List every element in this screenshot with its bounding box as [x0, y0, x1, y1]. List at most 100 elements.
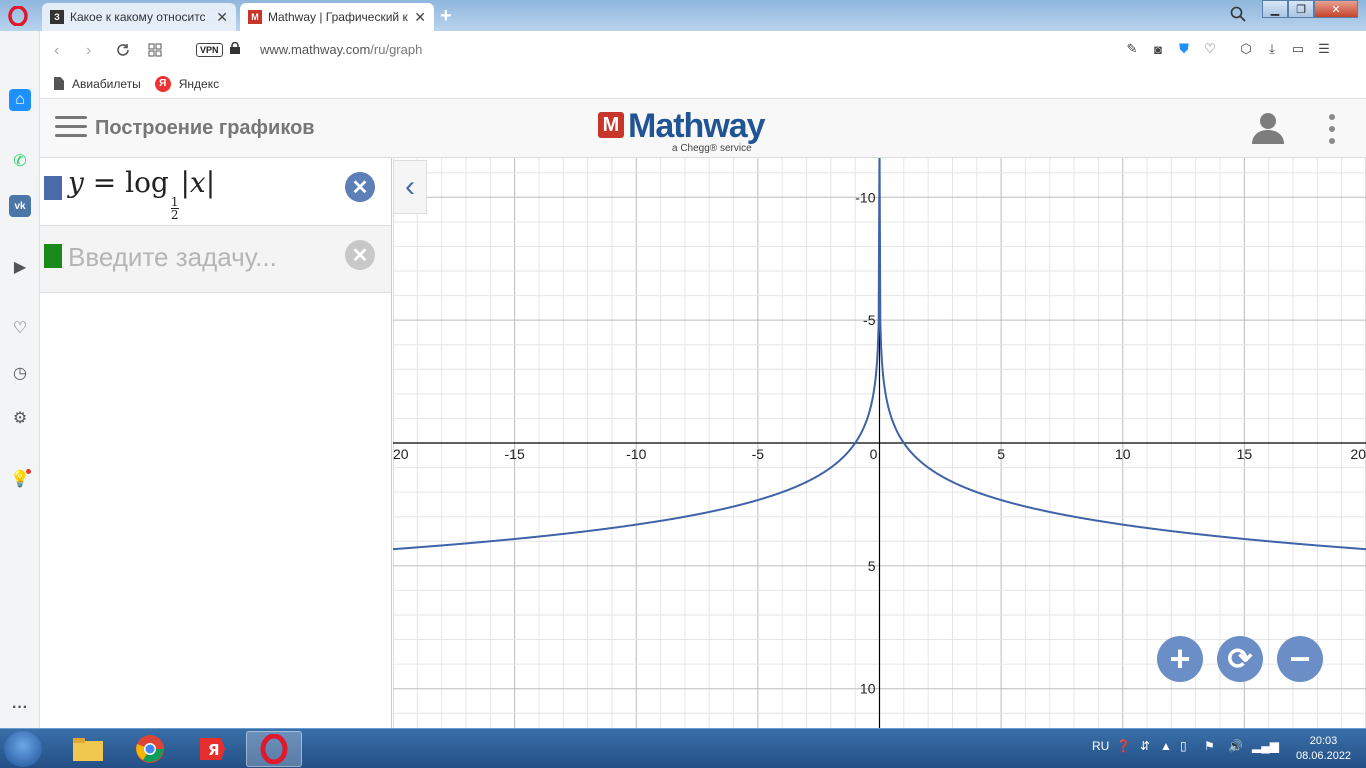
hamburger-menu-icon[interactable]	[55, 116, 87, 140]
opera-logo-icon[interactable]	[8, 6, 28, 26]
x-tick-label: 20	[1350, 446, 1366, 462]
player-icon[interactable]: ▶	[9, 256, 31, 278]
logo-subtitle: a Chegg® service	[672, 143, 752, 154]
expr-eq: =	[92, 166, 117, 199]
bookmark-label: Яндекс	[178, 76, 220, 91]
system-clock[interactable]: 20:03 08.06.2022	[1296, 734, 1351, 764]
color-swatch[interactable]	[44, 244, 62, 268]
show-hidden-icons[interactable]: ▲	[1160, 739, 1172, 753]
x-tick-label: -5	[752, 446, 765, 462]
graph-canvas[interactable]: 20 -15 -10 -5 0 5 10 15 20 10 5 -5 -10	[393, 158, 1366, 728]
x-tick-label: 5	[997, 446, 1005, 462]
expression-panel: y = log 1 2 |x| ✕ Введите задачу... ✕	[40, 158, 392, 728]
browser-titlebar: З Какое к какому относитс ✕ M Mathway | …	[0, 0, 1366, 31]
search-icon[interactable]	[1230, 6, 1246, 22]
volume-icon[interactable]: 🔊	[1228, 739, 1243, 753]
heart-icon[interactable]: ♡	[1202, 41, 1218, 57]
settings-gear-icon[interactable]: ⚙	[9, 407, 31, 429]
expression-row[interactable]: y = log 1 2 |x| ✕	[40, 158, 391, 226]
settings-menu-icon[interactable]: ☰	[1316, 41, 1332, 57]
download-icon[interactable]: ⤓	[1264, 41, 1280, 57]
bookmark-yandex[interactable]: Я Яндекс	[154, 75, 220, 92]
collapse-panel-button[interactable]: ‹	[393, 160, 427, 214]
device-icon[interactable]: ▯	[1180, 739, 1187, 753]
tab-favicon: M	[248, 10, 262, 24]
x-tick-label: 15	[1237, 446, 1253, 462]
x-tick-label: 0	[870, 446, 878, 462]
tab-active[interactable]: M Mathway | Графический ка ✕	[240, 3, 434, 31]
more-icon[interactable]: ···	[9, 697, 31, 719]
help-icon[interactable]: ❓	[1116, 739, 1131, 753]
clear-expression-button[interactable]: ✕	[345, 240, 375, 270]
expression-input[interactable]: Введите задачу...	[68, 242, 277, 273]
bookmarks-bar: Авиабилеты Я Яндекс	[40, 69, 1366, 99]
mathway-header: Построение графиков M Mathway a Chegg® s…	[40, 100, 1366, 158]
expr-arg: |x|	[180, 166, 216, 199]
favorites-heart-icon[interactable]: ♡	[9, 317, 31, 339]
close-tab-icon[interactable]: ✕	[414, 9, 426, 26]
kebab-menu-icon[interactable]	[1327, 114, 1337, 146]
url-field[interactable]: www.mathway.com/ru/graph	[260, 42, 422, 57]
graph-area[interactable]: 20 -15 -10 -5 0 5 10 15 20 10 5 -5 -10	[393, 158, 1366, 728]
expr-log: log	[125, 166, 169, 199]
toolbar-right: ✎ ◙ ⛊ ♡ ⬡ ⤓ ▭ ☰	[1124, 41, 1332, 57]
history-clock-icon[interactable]: ◷	[9, 362, 31, 384]
windows-taskbar: Я RU ❓ ⇵ ▲ ▯ ⚑ 🔊 ▂▄▆ 20:03 08.06.2022	[0, 728, 1366, 768]
notification-dot	[26, 469, 31, 474]
home-icon[interactable]: ⌂	[9, 89, 31, 111]
shield-icon[interactable]: ⛊	[1176, 41, 1192, 57]
vk-icon[interactable]: vk	[9, 195, 31, 217]
close-window-icon[interactable]: ✕	[1314, 0, 1358, 18]
url-path: /ru/graph	[370, 42, 423, 57]
network-ethernet-icon[interactable]: ⇵	[1140, 739, 1150, 753]
page-title: Построение графиков	[95, 117, 315, 139]
y-tick-label: -10	[855, 189, 875, 205]
new-tab-icon[interactable]: +	[440, 5, 452, 28]
bookmark-label: Авиабилеты	[72, 76, 141, 91]
color-swatch[interactable]	[44, 176, 62, 200]
tab-inactive[interactable]: З Какое к какому относитс ✕	[42, 3, 236, 31]
expression-math[interactable]: y = log 1 2 |x|	[68, 166, 215, 221]
y-tick-label: 5	[868, 558, 876, 574]
cube-icon[interactable]: ⬡	[1238, 41, 1254, 57]
maximize-icon[interactable]: ❐	[1288, 0, 1314, 18]
user-account-icon[interactable]	[1250, 110, 1286, 146]
reload-icon[interactable]	[116, 43, 130, 57]
tabs-grid-icon[interactable]	[148, 43, 162, 57]
opera-sidebar: ⌂ ✆ vk ▶ ♡ ◷ ⚙ 💡 ···	[0, 31, 40, 728]
lock-icon[interactable]	[230, 42, 240, 54]
chrome-icon[interactable]	[122, 731, 178, 767]
edit-icon[interactable]: ✎	[1124, 41, 1140, 57]
zoom-out-button[interactable]: −	[1277, 636, 1323, 682]
flag-icon[interactable]: ⚑	[1204, 739, 1215, 753]
svg-text:Я: Я	[208, 741, 220, 759]
vpn-badge[interactable]: VPN	[196, 43, 223, 57]
opera-taskbar-icon[interactable]	[246, 731, 302, 767]
url-host: www.mathway.com	[260, 42, 371, 57]
start-button[interactable]	[4, 731, 42, 767]
expr-base: 12	[170, 196, 179, 221]
y-tick-label: -5	[863, 312, 876, 328]
x-tick-label: 20	[393, 446, 409, 462]
clock-time: 20:03	[1309, 735, 1338, 747]
tab-title: Mathway | Графический ка	[268, 10, 409, 24]
language-indicator[interactable]: RU	[1092, 739, 1109, 753]
bookmark-aviabilety[interactable]: Авиабилеты	[54, 77, 141, 91]
x-tick-label: -15	[505, 446, 525, 462]
minimize-icon[interactable]: ▁	[1262, 0, 1288, 18]
forward-icon[interactable]: ›	[86, 42, 91, 60]
close-tab-icon[interactable]: ✕	[216, 9, 228, 26]
camera-icon[interactable]: ◙	[1150, 41, 1166, 57]
whatsapp-icon[interactable]: ✆	[9, 150, 31, 172]
document-icon	[54, 77, 64, 90]
signal-icon[interactable]: ▂▄▆	[1252, 739, 1279, 753]
back-icon[interactable]: ‹	[54, 42, 59, 60]
reset-view-button[interactable]: ⟳	[1217, 636, 1263, 682]
explorer-icon[interactable]	[60, 731, 116, 767]
yandex-browser-icon[interactable]: Я	[184, 731, 240, 767]
clear-expression-button[interactable]: ✕	[345, 172, 375, 202]
x-tick-label: -10	[626, 446, 646, 462]
zoom-in-button[interactable]: +	[1157, 636, 1203, 682]
expression-row-empty[interactable]: Введите задачу... ✕	[40, 226, 391, 293]
battery-icon[interactable]: ▭	[1290, 41, 1306, 57]
